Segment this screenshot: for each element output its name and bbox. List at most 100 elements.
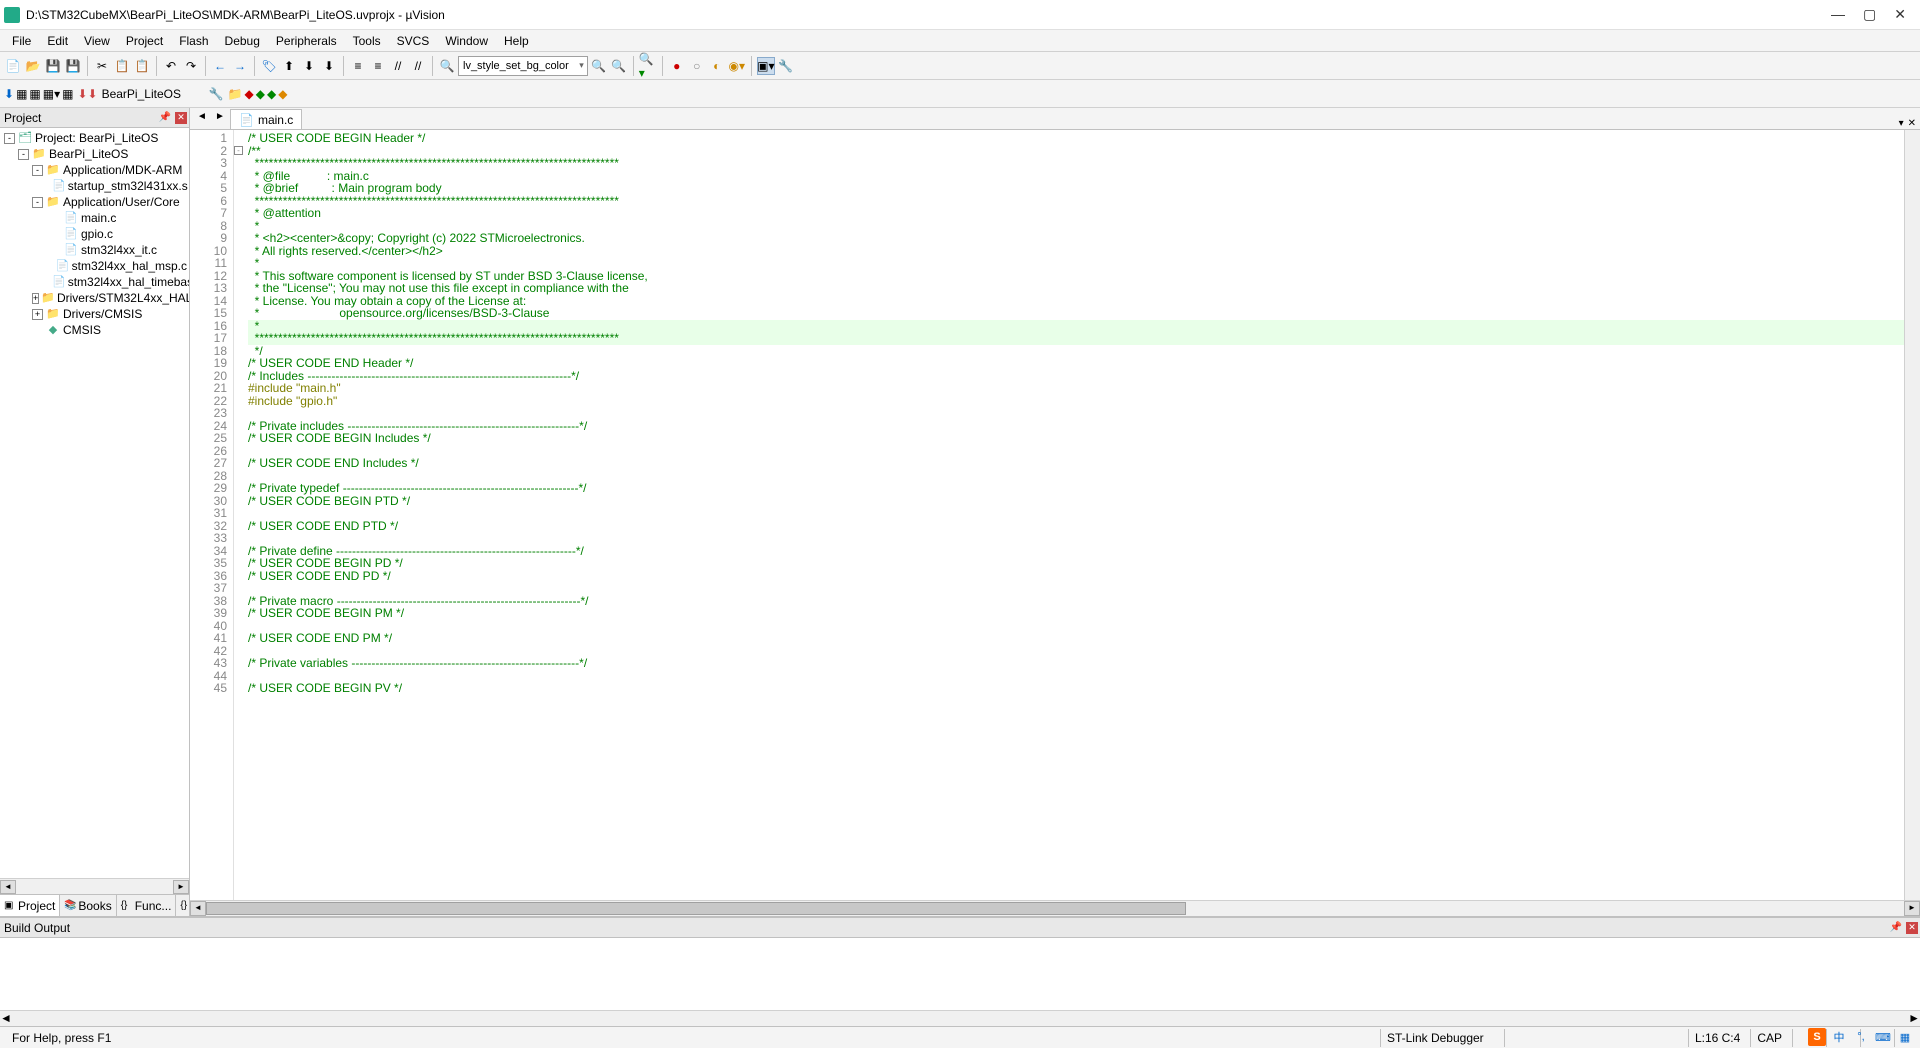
download-button[interactable]: ⬇⬇: [77, 87, 97, 101]
tree-node[interactable]: -📁Application/User/Core: [2, 194, 187, 210]
tree-node[interactable]: +📁Drivers/CMSIS: [2, 306, 187, 322]
ime-keyboard-icon[interactable]: ⌨: [1874, 1028, 1892, 1046]
nav-back-button[interactable]: ←: [211, 57, 229, 75]
save-button[interactable]: 💾: [44, 57, 62, 75]
undo-button[interactable]: ↶: [162, 57, 180, 75]
hscroll-left[interactable]: ◄: [190, 901, 206, 916]
tab-nav-left[interactable]: ◄: [194, 111, 210, 129]
file-ext-button[interactable]: 📁: [228, 87, 243, 101]
code-editor[interactable]: /* USER CODE BEGIN Header *//** ********…: [244, 130, 1904, 900]
pack-install-button[interactable]: ◆: [267, 87, 276, 101]
new-file-button[interactable]: 📄: [4, 57, 22, 75]
project-tree[interactable]: -🗂Project: BearPi_LiteOS-📁BearPi_LiteOS-…: [0, 128, 189, 878]
batch-build-button[interactable]: ▦▾: [43, 87, 60, 101]
tree-node[interactable]: -📁BearPi_LiteOS: [2, 146, 187, 162]
open-file-button[interactable]: 📂: [24, 57, 42, 75]
editor-hscroll[interactable]: ◄ ►: [190, 900, 1920, 916]
close-button[interactable]: ✕: [1894, 6, 1906, 23]
breakpoint-kill-button[interactable]: ◉▾: [728, 57, 746, 75]
find-button[interactable]: 🔍: [438, 57, 456, 75]
expand-icon[interactable]: -: [18, 149, 29, 160]
menu-project[interactable]: Project: [118, 32, 171, 50]
outdent-button[interactable]: ≡: [369, 57, 387, 75]
stop-build-button[interactable]: ▦: [62, 87, 73, 101]
hscroll-thumb[interactable]: [206, 902, 1186, 915]
menu-flash[interactable]: Flash: [171, 32, 216, 50]
tree-node[interactable]: 📄stm32l4xx_hal_timebase_: [2, 274, 187, 290]
expand-icon[interactable]: +: [32, 293, 39, 304]
translate-button[interactable]: ⬇: [4, 87, 14, 101]
build-hscroll[interactable]: ◄ ►: [0, 1010, 1920, 1026]
breakpoint-disable-button[interactable]: ◐: [708, 57, 726, 75]
panel-tab-func[interactable]: {}Func...: [117, 895, 177, 916]
hscroll-right[interactable]: ►: [1904, 901, 1920, 916]
panel-close-button[interactable]: ✕: [1906, 922, 1918, 934]
save-all-button[interactable]: 💾: [64, 57, 82, 75]
tree-node[interactable]: 📄stm32l4xx_hal_msp.c: [2, 258, 187, 274]
target-combo[interactable]: BearPi_LiteOS: [102, 87, 207, 101]
scroll-right-button[interactable]: ►: [173, 880, 189, 894]
tree-node[interactable]: -📁Application/MDK-ARM: [2, 162, 187, 178]
hscroll-left[interactable]: ◄: [0, 1011, 12, 1026]
ime-lang-icon[interactable]: 中: [1830, 1028, 1848, 1046]
find-in-files-button[interactable]: 🔍: [590, 57, 608, 75]
window-button[interactable]: ▣▾: [757, 57, 775, 75]
expand-icon[interactable]: -: [4, 133, 15, 144]
panel-close-button[interactable]: ✕: [175, 112, 187, 124]
editor-vscroll[interactable]: [1904, 130, 1920, 900]
bookmark-clear-button[interactable]: ⬇: [320, 57, 338, 75]
menu-svcs[interactable]: SVCS: [389, 32, 438, 50]
tree-node[interactable]: +📁Drivers/STM32L4xx_HAL_Driv: [2, 290, 187, 306]
hscroll-right[interactable]: ►: [1908, 1011, 1920, 1026]
menu-view[interactable]: View: [76, 32, 118, 50]
pin-icon[interactable]: 📌: [159, 112, 171, 123]
tab-close-button[interactable]: ✕: [1908, 118, 1916, 129]
indent-button[interactable]: ≡: [349, 57, 367, 75]
minimize-button[interactable]: —: [1831, 6, 1845, 23]
comment-button[interactable]: //: [389, 57, 407, 75]
ime-icon[interactable]: S: [1808, 1028, 1826, 1046]
tree-node[interactable]: 📄main.c: [2, 210, 187, 226]
build-button[interactable]: ▦: [16, 87, 27, 101]
maximize-button[interactable]: ▢: [1863, 6, 1876, 23]
paste-button[interactable]: 📋: [133, 57, 151, 75]
menu-tools[interactable]: Tools: [345, 32, 389, 50]
configure-button[interactable]: 🔧: [777, 57, 795, 75]
panel-tab-project[interactable]: ▣Project: [0, 895, 60, 916]
copy-button[interactable]: 📋: [113, 57, 131, 75]
select-pack-button[interactable]: ◆: [256, 87, 265, 101]
menu-file[interactable]: File: [4, 32, 39, 50]
bookmark-next-button[interactable]: ⬇: [300, 57, 318, 75]
ime-punct-icon[interactable]: °,: [1852, 1028, 1870, 1046]
rebuild-button[interactable]: ▦: [29, 87, 40, 101]
expand-icon[interactable]: -: [32, 165, 43, 176]
breakpoint-enable-button[interactable]: ○: [688, 57, 706, 75]
bookmark-button[interactable]: 🏷: [260, 57, 278, 75]
cut-button[interactable]: ✂: [93, 57, 111, 75]
editor-body[interactable]: 1234567891011121314151617181920212223242…: [190, 130, 1920, 900]
debug-start-button[interactable]: 🔍▾: [639, 57, 657, 75]
scroll-left-button[interactable]: ◄: [0, 880, 16, 894]
redo-button[interactable]: ↷: [182, 57, 200, 75]
tree-hscroll[interactable]: ◄ ►: [0, 878, 189, 894]
ime-grid-icon[interactable]: ▦: [1896, 1028, 1914, 1046]
tree-node[interactable]: ◆CMSIS: [2, 322, 187, 338]
find-combo[interactable]: lv_style_set_bg_color: [458, 56, 588, 76]
incremental-find-button[interactable]: 🔍: [610, 57, 628, 75]
tab-dropdown-button[interactable]: ▾: [1899, 118, 1904, 129]
rte-button[interactable]: ◆: [278, 87, 287, 101]
pin-icon[interactable]: 📌: [1890, 922, 1902, 933]
build-output-body[interactable]: [0, 938, 1920, 1010]
breakpoint-insert-button[interactable]: ●: [668, 57, 686, 75]
expand-icon[interactable]: -: [32, 197, 43, 208]
menu-debug[interactable]: Debug: [217, 32, 268, 50]
menu-help[interactable]: Help: [496, 32, 537, 50]
manage-button[interactable]: ◆: [244, 87, 253, 101]
panel-tab-books[interactable]: 📚Books: [60, 895, 116, 916]
uncomment-button[interactable]: //: [409, 57, 427, 75]
nav-fwd-button[interactable]: →: [231, 57, 249, 75]
menu-edit[interactable]: Edit: [39, 32, 76, 50]
tree-node[interactable]: 📄stm32l4xx_it.c: [2, 242, 187, 258]
bookmark-prev-button[interactable]: ⬆: [280, 57, 298, 75]
tree-node[interactable]: 📄startup_stm32l431xx.s: [2, 178, 187, 194]
